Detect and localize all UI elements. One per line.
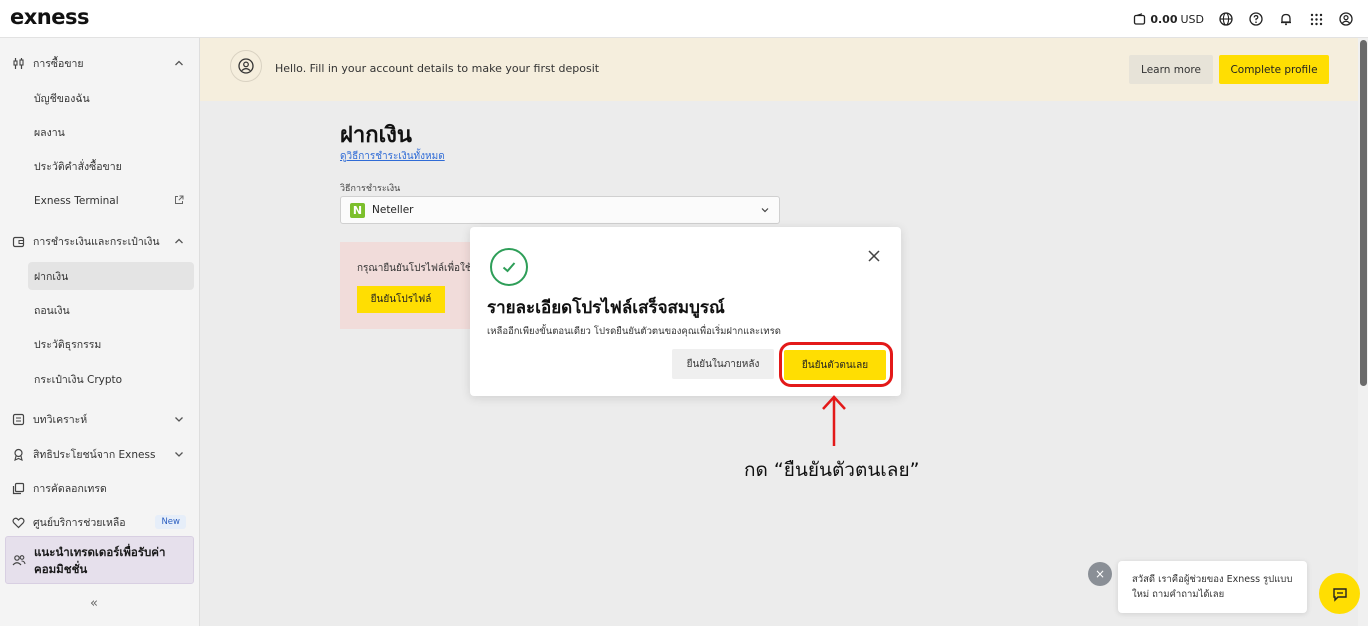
wallet-icon <box>1131 11 1147 27</box>
sidebar-item-order-history[interactable]: ประวัติคำสั่งซื้อขาย <box>28 152 194 180</box>
top-bar: exness 0.00 USD <box>0 0 1368 38</box>
modal-title: รายละเอียดโปรไฟล์เสร็จสมบูรณ์ <box>487 298 725 318</box>
chevron-down-icon[interactable] <box>173 448 185 460</box>
sidebar-section-help-center[interactable]: ศูนย์บริการช่วยเหลือ New <box>0 509 200 535</box>
close-icon[interactable] <box>867 249 881 263</box>
payment-method-label: วิธีการชำระเงิน <box>340 184 401 194</box>
users-icon <box>12 553 26 570</box>
chevron-down-icon <box>761 208 769 213</box>
chat-message: สวัสดี เราคือผู้ช่วยของ Exness รูปแบบใหม… <box>1132 574 1293 600</box>
sidebar-item-performance[interactable]: ผลงาน <box>28 118 194 146</box>
sidebar-item-label: ฝากเงิน <box>34 270 69 283</box>
sidebar-section-copy-trading[interactable]: การคัดลอกเทรด <box>0 475 200 501</box>
sidebar-item-exness-terminal[interactable]: Exness Terminal <box>28 187 194 215</box>
chevron-up-icon[interactable] <box>173 57 185 69</box>
referral-label: แนะนำเทรดเดอร์เพื่อรับค่าคอมมิชชั่น <box>34 545 166 576</box>
sidebar-item-label: ผลงาน <box>34 126 65 139</box>
trading-icon <box>11 56 25 70</box>
sidebar-item-my-accounts[interactable]: บัญชีของฉัน <box>28 84 194 112</box>
chat-launcher-button[interactable] <box>1319 573 1360 614</box>
sidebar: การซื้อขาย บัญชีของฉัน ผลงาน ประวัติคำสั… <box>0 38 200 626</box>
sidebar-item-label: บัญชีของฉัน <box>34 92 90 105</box>
sidebar-item-label: กระเป๋าเงิน Crypto <box>34 373 123 386</box>
chat-icon <box>1332 587 1347 602</box>
success-check-icon <box>490 248 528 286</box>
sidebar-section-label: ศูนย์บริการช่วยเหลือ <box>33 516 126 529</box>
sidebar-item-transaction-history[interactable]: ประวัติธุรกรรม <box>28 330 194 358</box>
sidebar-item-crypto-wallet[interactable]: กระเป๋าเงิน Crypto <box>28 365 194 393</box>
benefits-icon <box>11 447 25 461</box>
complete-profile-button[interactable]: Complete profile <box>1219 55 1329 84</box>
learn-more-button[interactable]: Learn more <box>1129 55 1213 84</box>
payment-method-value: Neteller <box>372 204 414 216</box>
banner-message: Hello. Fill in your account details to m… <box>275 62 600 75</box>
chevron-up-icon[interactable] <box>173 235 185 247</box>
payment-method-select[interactable]: N Neteller <box>340 196 780 224</box>
sidebar-item-deposit[interactable]: ฝากเงิน <box>28 262 194 290</box>
balance-amount: 0.00 <box>1150 12 1178 26</box>
instruction-annotation: กด “ยืนยันตัวตนเลย” <box>744 459 920 481</box>
account-details-banner: Hello. Fill in your account details to m… <box>200 38 1358 101</box>
sidebar-section-label: การซื้อขาย <box>33 57 84 70</box>
user-avatar-icon <box>230 50 262 82</box>
arrow-up-icon <box>822 395 846 446</box>
apps-grid-icon[interactable] <box>1308 11 1324 27</box>
verify-profile-message: กรุณายืนยันโปรไฟล์เพื่อใช้ <box>357 263 472 274</box>
sidebar-item-label: ประวัติคำสั่งซื้อขาย <box>34 160 122 173</box>
help-icon[interactable] <box>1248 11 1264 27</box>
sidebar-section-label: การคัดลอกเทรด <box>33 482 107 495</box>
page-title: ฝากเงิน <box>340 123 412 148</box>
chevron-down-icon[interactable] <box>173 413 185 425</box>
referral-banner[interactable]: แนะนำเทรดเดอร์เพื่อรับค่าคอมมิชชั่น <box>5 536 194 584</box>
sidebar-section-label: สิทธิประโยชน์จาก Exness <box>33 448 156 461</box>
highlight-ring <box>779 342 893 387</box>
sidebar-section-payments[interactable]: การชำระเงินและกระเป๋าเงิน <box>0 228 200 254</box>
chat-close-button[interactable]: × <box>1088 562 1112 586</box>
sidebar-item-label: ถอนเงิน <box>34 304 70 317</box>
external-link-icon <box>175 195 184 204</box>
scrollbar-thumb[interactable] <box>1360 40 1367 386</box>
bell-icon[interactable] <box>1278 11 1294 27</box>
sidebar-item-label: Exness Terminal <box>34 195 119 207</box>
verify-later-button[interactable]: ยืนยันในภายหลัง <box>672 349 774 379</box>
sidebar-item-withdrawal[interactable]: ถอนเงิน <box>28 296 194 324</box>
sidebar-section-analytics[interactable]: บทวิเคราะห์ <box>0 406 200 432</box>
chat-greeting-bubble[interactable]: สวัสดี เราคือผู้ช่วยของ Exness รูปแบบใหม… <box>1118 561 1307 613</box>
top-right-controls: 0.00 USD <box>1131 0 1354 38</box>
copy-trading-icon <box>11 481 25 495</box>
neteller-logo: N <box>350 203 365 218</box>
all-payment-methods-link[interactable]: ดูวิธีการชำระเงินทั้งหมด <box>340 149 445 164</box>
analytics-icon <box>11 412 25 426</box>
sidebar-section-label: บทวิเคราะห์ <box>33 413 88 426</box>
sidebar-section-label: การชำระเงินและกระเป๋าเงิน <box>33 235 160 248</box>
collapse-sidebar-button[interactable]: « <box>90 596 98 611</box>
sidebar-item-label: ประวัติธุรกรรม <box>34 338 102 351</box>
exness-logo[interactable]: exness <box>10 5 89 29</box>
balance-currency: USD <box>1180 12 1204 26</box>
sidebar-section-benefits[interactable]: สิทธิประโยชน์จาก Exness <box>0 441 200 467</box>
wallet-icon <box>11 234 25 248</box>
verify-profile-button[interactable]: ยืนยันโปรไฟล์ <box>357 286 445 313</box>
sidebar-section-trading[interactable]: การซื้อขาย <box>0 50 200 76</box>
modal-description: เหลืออีกเพียงขั้นตอนเดียว โปรดยืนยันตัวต… <box>487 326 781 337</box>
user-profile-icon[interactable] <box>1338 11 1354 27</box>
globe-icon[interactable] <box>1218 11 1234 27</box>
new-badge: New <box>155 515 186 529</box>
heart-icon <box>11 515 25 529</box>
balance-display[interactable]: 0.00 USD <box>1131 11 1204 27</box>
